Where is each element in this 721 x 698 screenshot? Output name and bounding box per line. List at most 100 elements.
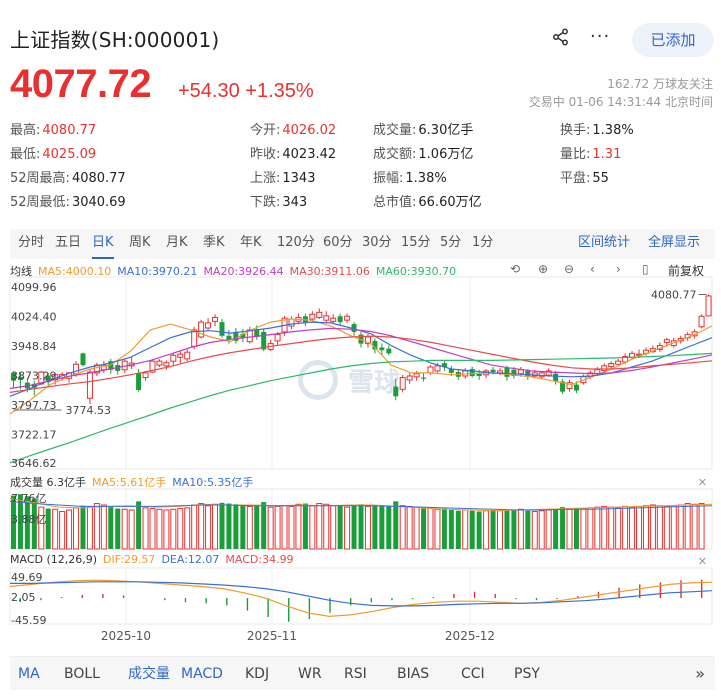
volume-bar	[469, 510, 475, 549]
candle-body	[288, 318, 295, 327]
volume-bar	[691, 503, 698, 550]
legend-item: DEA:12.07	[161, 553, 220, 566]
tab-indicator[interactable]: MA	[18, 657, 40, 691]
volume-bar	[86, 505, 93, 550]
candle-body	[205, 322, 212, 329]
volume-bar	[601, 505, 608, 550]
volume-bar	[115, 508, 121, 549]
candle-body	[399, 377, 406, 390]
volume-bar	[560, 507, 566, 549]
volume-bar	[663, 505, 670, 550]
volume-bar	[642, 505, 649, 550]
candle-body	[379, 347, 385, 351]
tab-indicator[interactable]: BOLL	[64, 657, 100, 691]
volume-bar	[358, 504, 364, 549]
price-axis-label: 4099.96	[11, 281, 57, 294]
candle-body	[323, 315, 330, 321]
tab-indicator[interactable]: RSI	[344, 657, 367, 691]
volume-bar	[212, 503, 219, 550]
candle-body	[608, 363, 615, 368]
volume-bar	[261, 502, 267, 549]
candle-body	[212, 316, 219, 322]
volume-bar	[191, 504, 198, 550]
volume-bar	[670, 505, 677, 550]
candle-body	[337, 316, 343, 323]
volume-bar	[205, 505, 212, 550]
legend-item: DIF:29.57	[103, 553, 156, 566]
volume-axis-label: 7.76亿	[11, 492, 47, 505]
volume-bar	[531, 510, 538, 550]
volume-bar	[553, 508, 559, 549]
price-axis-label: 3873.29	[11, 370, 57, 383]
candle-body	[80, 353, 86, 366]
volume-bar	[246, 505, 253, 550]
price-axis-label: 3646.62	[11, 457, 57, 470]
volume-bar	[128, 509, 135, 550]
candle-body	[413, 373, 420, 378]
volume-bar	[462, 509, 469, 550]
tab-indicator[interactable]: WR	[298, 657, 322, 691]
macd-axis-label: 2.05	[11, 591, 36, 604]
volume-bar	[163, 509, 170, 550]
tab-indicator[interactable]: BIAS	[397, 657, 429, 691]
volume-bar	[698, 503, 705, 550]
volume-bar	[636, 505, 643, 550]
candle-body	[601, 365, 608, 372]
volume-bar	[448, 510, 454, 549]
candle-body	[330, 317, 337, 322]
tab-indicator[interactable]: MACD	[181, 657, 223, 691]
candle-body	[553, 373, 559, 382]
volume-bar	[476, 511, 482, 549]
volume-bar	[93, 503, 100, 550]
more-indicators-icon[interactable]: »	[695, 657, 705, 691]
price-axis-label: 3722.17	[11, 429, 57, 442]
volume-bar	[517, 508, 524, 550]
indicator-tabs: MA BOLL 成交量 MACD KDJ WR RSI BIAS CCI PSY »	[10, 656, 715, 690]
x-axis-label: 2025-12	[445, 629, 495, 643]
macd-axis-label: -45.59	[11, 614, 46, 627]
volume-bar	[170, 508, 177, 550]
candle-body	[469, 368, 475, 377]
legend-item: MACD:34.99	[225, 553, 294, 566]
candle-body	[490, 369, 496, 373]
volume-bar	[59, 510, 66, 550]
macd-dif-line	[9, 579, 713, 618]
volume-bar	[142, 507, 149, 550]
tab-indicator[interactable]: CCI	[461, 657, 485, 691]
candle-body	[421, 377, 427, 379]
volume-bar	[219, 502, 225, 549]
volume-bar	[622, 505, 629, 550]
close-macd-icon[interactable]: ✕	[698, 555, 707, 568]
volume-bar	[490, 510, 496, 549]
candle-body	[344, 315, 351, 321]
volume-bar	[184, 507, 191, 550]
candle-body	[184, 351, 191, 360]
high-marker-label: 4080.77	[651, 288, 697, 301]
volume-bar	[413, 506, 420, 550]
volume-bar	[323, 503, 330, 550]
x-axis-label: 2025-10	[101, 629, 151, 643]
legend-item: MA5:5.61亿手	[92, 476, 167, 489]
kline-chart[interactable]: 4099.964024.403948.843873.293797.733722.…	[0, 0, 721, 698]
candle-body	[393, 386, 399, 397]
candle-body	[274, 334, 281, 342]
tab-indicator[interactable]: 成交量	[128, 657, 170, 691]
macd-axis-label: 49.69	[11, 571, 43, 584]
volume-bar	[316, 503, 323, 550]
candle-body	[219, 322, 225, 336]
candle-body	[316, 311, 323, 318]
candle-body	[386, 348, 392, 354]
candle-body	[309, 313, 316, 320]
macd-legend: MACD (12,26,9) DIF:29.57 DEA:12.07 MACD:34.…	[10, 553, 300, 566]
volume-legend: 成交量 6.3亿手 MA5:5.61亿手 MA10:5.35亿手	[10, 474, 259, 490]
price-axis-label: 4024.40	[11, 311, 57, 324]
volume-bar	[649, 504, 656, 550]
candle-body	[573, 384, 579, 391]
volume-bar	[615, 507, 622, 550]
volume-bar	[309, 505, 316, 550]
volume-axis-label: 3.88亿	[11, 513, 47, 526]
tab-indicator[interactable]: PSY	[514, 657, 540, 691]
legend-item: MA10:5.35亿手	[172, 476, 254, 489]
tab-indicator[interactable]: KDJ	[245, 657, 269, 691]
close-volume-icon[interactable]: ✕	[698, 476, 707, 489]
